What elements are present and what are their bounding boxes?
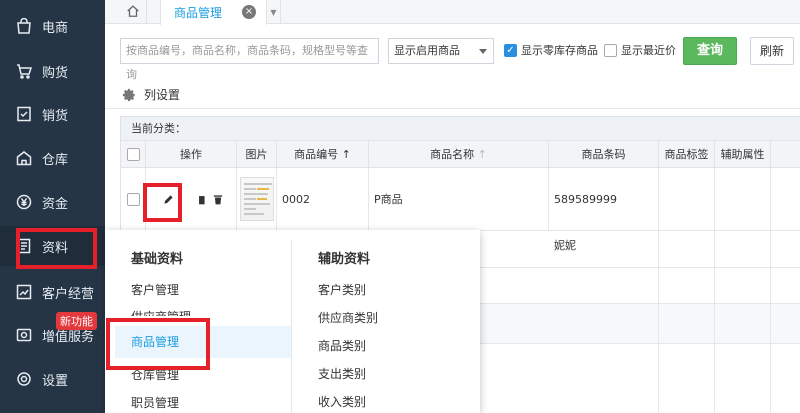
grid-header: 操作 图片 商品编号 ↑ 商品名称 ↑ 商品条码 商品标签 辅助属性 <box>121 141 800 168</box>
column-settings-label: 列设置 <box>144 88 181 102</box>
header-action: 操作 <box>146 141 237 168</box>
row-barcode: 589589999 <box>549 168 659 230</box>
shopping-bag-icon <box>16 18 32 34</box>
header-image: 图片 <box>237 141 277 168</box>
sidebar-item-label: 客户经营 <box>42 286 95 302</box>
row-barcode <box>549 344 659 413</box>
row-barcode <box>549 304 659 343</box>
menu-item-expense-category[interactable]: 支出类别 <box>318 365 366 382</box>
close-icon[interactable]: × <box>242 5 256 19</box>
header-tag: 商品标签 <box>659 141 715 168</box>
product-thumbnail[interactable] <box>240 177 274 221</box>
yen-icon <box>16 194 32 210</box>
tab-label: 商品管理 <box>174 6 223 20</box>
menu-item-income-category[interactable]: 收入类别 <box>318 393 366 410</box>
sidebar-item-purchase[interactable]: 购货 <box>0 51 105 91</box>
sales-doc-icon <box>16 106 32 122</box>
chevron-down-icon[interactable]: ▼ <box>267 0 281 24</box>
sidebar-item-label: 购货 <box>42 65 69 81</box>
row-aux <box>715 231 771 267</box>
header-select-all[interactable] <box>121 141 146 168</box>
menu-item-product-category[interactable]: 商品类别 <box>318 337 366 354</box>
gear-icon <box>16 371 32 387</box>
sidebar-item-warehouse[interactable]: 仓库 <box>0 138 105 178</box>
menu-item-customer-management[interactable]: 客户管理 <box>131 281 179 298</box>
chart-icon <box>16 284 32 300</box>
row-image-cell <box>237 168 277 230</box>
select-value: 显示启用商品 <box>394 44 460 57</box>
product-status-select[interactable]: 显示启用商品 <box>388 38 494 64</box>
show-recent-price-label: 显示最近价 <box>621 44 676 57</box>
header-code[interactable]: 商品编号 ↑ <box>277 141 369 168</box>
header-code-label: 商品编号 <box>294 148 339 161</box>
row-tag <box>659 344 715 413</box>
select-all-checkbox[interactable] <box>126 148 140 161</box>
sidebar: 电商 购货 销货 仓库 资金 资料 客户经营 增值服务 设置 新功能 <box>0 0 105 413</box>
sort-arrow-icon: ↑ <box>477 148 487 161</box>
warehouse-icon <box>16 150 32 166</box>
row-aux <box>715 304 771 343</box>
gear-icon <box>122 88 136 102</box>
show-recent-price-checkbox[interactable] <box>604 43 617 57</box>
sort-arrow-icon: ↑ <box>341 148 351 161</box>
column-settings-button[interactable]: 列设置 <box>122 86 180 103</box>
row-barcode: 妮妮 <box>549 231 659 267</box>
sidebar-item-label: 资金 <box>42 196 69 212</box>
show-zero-stock-checkbox[interactable]: ✓ <box>504 43 517 57</box>
trash-icon[interactable] <box>210 194 226 205</box>
row-tag <box>659 231 715 267</box>
row-tag <box>659 168 715 230</box>
row-code: 0002 <box>277 168 369 230</box>
aux-data-title: 辅助资料 <box>318 252 371 267</box>
cart-icon <box>16 63 32 79</box>
menu-item-supplier-management[interactable]: 供应商管理 <box>131 308 191 316</box>
sidebar-item-label: 电商 <box>42 20 69 36</box>
header-name-label: 商品名称 <box>430 148 475 161</box>
new-feature-badge: 新功能 <box>56 312 97 330</box>
search-input[interactable]: 按商品编号，商品名称，商品条码，规格型号等查询 <box>120 38 379 81</box>
row-checkbox[interactable] <box>127 192 140 206</box>
query-button[interactable]: 查询 <box>683 37 737 65</box>
row-name: P商品 <box>369 168 549 230</box>
show-zero-stock-option[interactable]: ✓ 显示零库存商品 <box>504 42 598 58</box>
tab-product-management[interactable]: 商品管理 × <box>160 0 267 25</box>
chevron-down-icon <box>479 49 487 54</box>
header-barcode: 商品条码 <box>549 141 659 168</box>
row-aux <box>715 268 771 303</box>
tab-bar: 商品管理 × ▼ <box>105 0 800 25</box>
annotation-highlight-product-management <box>106 318 210 370</box>
menu-item-staff-management[interactable]: 职员管理 <box>131 394 179 411</box>
header-name[interactable]: 商品名称 ↑ <box>369 141 549 168</box>
row-aux <box>715 344 771 413</box>
value-added-icon <box>16 327 32 343</box>
sidebar-item-sales[interactable]: 销货 <box>0 94 105 134</box>
row-tag <box>659 304 715 343</box>
annotation-highlight-data-menu <box>16 228 97 269</box>
copy-icon[interactable] <box>194 194 210 205</box>
sidebar-item-label: 设置 <box>42 373 69 389</box>
menu-item-customer-category[interactable]: 客户类别 <box>318 281 366 298</box>
row-barcode <box>549 268 659 303</box>
table-row[interactable]: 0002 P商品 589589999 <box>121 168 800 231</box>
annotation-highlight-edit <box>143 183 182 222</box>
sidebar-item-settings[interactable]: 设置 <box>0 359 105 399</box>
row-tag <box>659 268 715 303</box>
header-aux: 辅助属性 <box>715 141 771 168</box>
show-recent-price-option[interactable]: 显示最近价 <box>604 42 676 58</box>
home-icon <box>126 4 140 21</box>
current-category: 当前分类： <box>121 117 800 141</box>
home-tab[interactable] <box>119 0 147 24</box>
sidebar-item-ecommerce[interactable]: 电商 <box>0 6 105 46</box>
sidebar-item-label: 销货 <box>42 108 69 124</box>
sidebar-item-label: 仓库 <box>42 152 69 168</box>
menu-divider <box>291 240 292 413</box>
sidebar-item-funds[interactable]: 资金 <box>0 182 105 222</box>
refresh-button[interactable]: 刷新 <box>750 37 794 65</box>
menu-item-supplier-category[interactable]: 供应商类别 <box>318 309 378 326</box>
divider <box>105 108 800 109</box>
basic-data-title: 基础资料 <box>131 252 184 267</box>
show-zero-stock-label: 显示零库存商品 <box>521 44 598 57</box>
sidebar-item-customer[interactable]: 客户经营 <box>0 272 105 312</box>
row-aux <box>715 168 771 230</box>
